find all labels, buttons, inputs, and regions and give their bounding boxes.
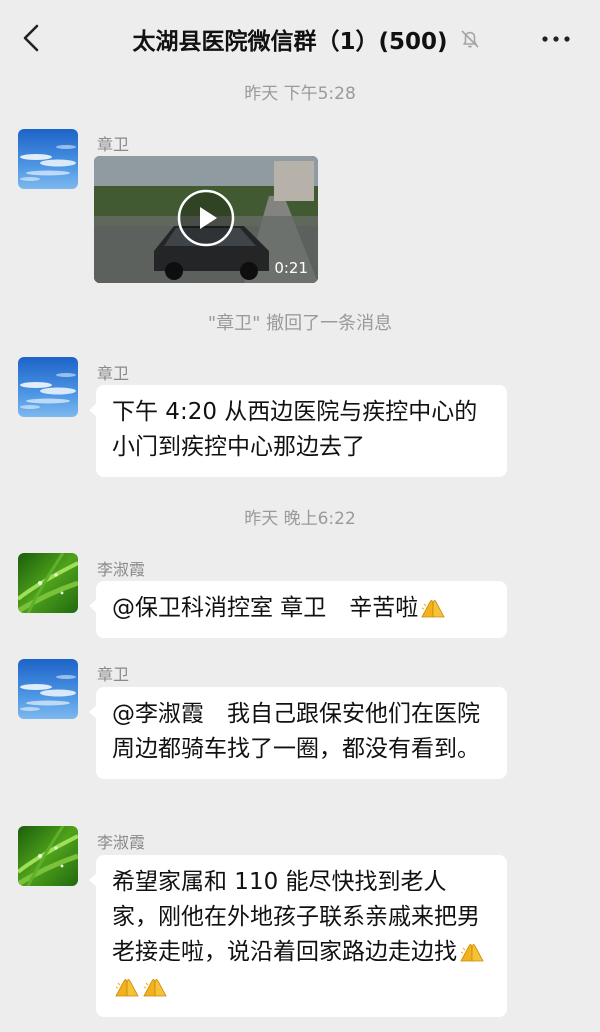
grass-avatar-image [18,553,78,613]
message-bubble[interactable]: 下午 4:20 从西边医院与疾控中心的小门到疾控中心那边去了 [89,385,507,477]
sky-avatar-image [18,129,78,189]
message-text: @保卫科消控室 章卫 辛苦啦 [112,595,419,621]
more-dots-icon [542,36,570,42]
avatar[interactable] [18,129,78,189]
sender-name: 李淑霞 [97,560,146,579]
sender-name: 章卫 [97,665,130,684]
praying-hands-emoji [142,975,168,997]
sky-avatar-image [18,659,78,719]
chat-header: 太湖县医院微信群（1）(500) [0,0,600,78]
message-text: 下午 4:20 从西边医院与疾控中心的小门到疾控中心那边去了 [112,399,478,460]
message-text: 希望家属和 110 能尽快找到老人家，刚他在外地孩子联系亲戚来把男老接走啦，说沿… [112,869,480,965]
sender-name: 章卫 [97,135,130,154]
avatar[interactable] [18,553,78,613]
avatar[interactable] [18,357,78,417]
play-icon[interactable] [176,188,236,248]
message-bubble[interactable]: @保卫科消控室 章卫 辛苦啦 [89,581,507,638]
timestamp-divider: 昨天 下午5:28 [244,84,356,104]
sender-name: 李淑霞 [97,833,146,852]
chat-title: 太湖县医院微信群（1）(500) [132,29,448,55]
back-button[interactable] [12,18,52,58]
praying-hands-emoji [459,940,485,962]
message-bubble[interactable]: @李淑霞 我自己跟保安他们在医院周边都骑车找了一圈，都没有看到。 [89,687,507,779]
avatar[interactable] [18,659,78,719]
sky-avatar-image [18,357,78,417]
recall-notice: "章卫" 撤回了一条消息 [207,313,393,334]
praying-hands-emoji [114,975,140,997]
timestamp-divider: 昨天 晚上6:22 [244,509,356,529]
bell-off-icon [461,30,479,48]
grass-avatar-image [18,826,78,886]
chevron-left-icon [23,24,39,52]
video-message[interactable]: 0:21 [94,156,318,283]
more-options-button[interactable] [536,26,576,52]
avatar[interactable] [18,826,78,886]
message-text: @李淑霞 我自己跟保安他们在医院周边都骑车找了一圈，都没有看到。 [112,701,480,762]
message-bubble[interactable]: 希望家属和 110 能尽快找到老人家，刚他在外地孩子联系亲戚来把男老接走啦，说沿… [89,855,507,1017]
video-duration: 0:21 [274,259,308,277]
praying-hands-emoji [420,596,446,618]
sender-name: 章卫 [97,364,130,383]
